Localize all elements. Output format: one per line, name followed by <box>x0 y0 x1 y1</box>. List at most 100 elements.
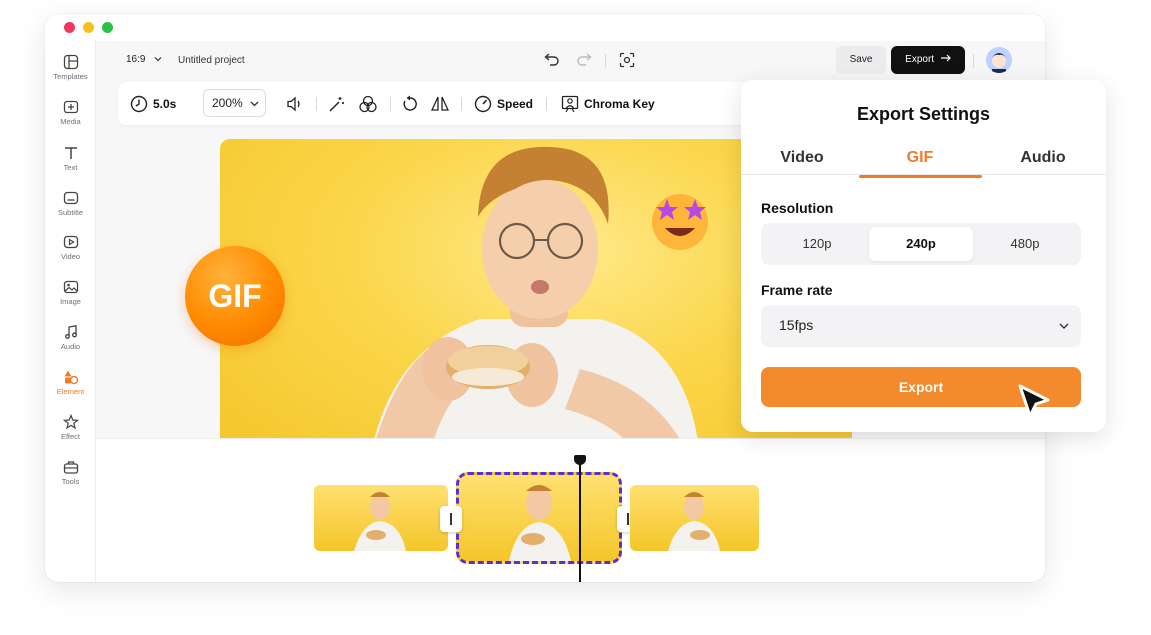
resolution-option-120p[interactable]: 120p <box>765 227 869 261</box>
clip-thumbnail <box>668 492 720 551</box>
arrow-right-icon <box>940 54 951 62</box>
frame-rate-select[interactable]: 15fps <box>761 305 1081 347</box>
zoom-select[interactable]: 200% <box>203 89 266 117</box>
timeline-clip[interactable] <box>630 485 759 551</box>
close-window-dot[interactable] <box>64 22 75 33</box>
magic-wand-icon[interactable] <box>328 95 346 113</box>
zoom-value: 200% <box>212 96 243 110</box>
frame-rate-label: Frame rate <box>761 282 833 298</box>
title-bar <box>45 14 1045 41</box>
sidebar-item-audio[interactable]: Audio <box>45 324 96 366</box>
export-settings-panel: Export Settings Video GIF Audio Resoluti… <box>741 80 1106 432</box>
frame-rate-value: 15fps <box>779 317 814 333</box>
duration-control[interactable]: 5.0s <box>130 94 176 114</box>
sidebar-item-label: Effect <box>60 432 81 441</box>
rotate-icon[interactable] <box>401 95 419 113</box>
redo-icon[interactable] <box>576 52 592 66</box>
sidebar-item-label: Text <box>63 163 78 172</box>
media-icon <box>63 100 78 114</box>
text-icon <box>64 147 77 159</box>
sidebar-item-image[interactable]: Image <box>45 279 96 321</box>
resolution-option-240p[interactable]: 240p <box>869 227 973 261</box>
sidebar-item-media[interactable]: Media <box>45 99 96 141</box>
element-icon <box>64 370 78 385</box>
mouse-cursor-icon <box>1018 384 1050 418</box>
tab-gif[interactable]: GIF <box>859 149 981 167</box>
toolbar-divider <box>973 54 974 68</box>
toolbar-divider <box>461 97 462 111</box>
screen-capture-icon[interactable] <box>619 52 635 68</box>
templates-icon <box>63 54 78 70</box>
playhead[interactable] <box>579 457 581 582</box>
sidebar-item-text[interactable]: Text <box>45 145 96 187</box>
toolbar-divider <box>605 54 606 68</box>
sidebar-item-subtitle[interactable]: Subtitle <box>45 190 96 232</box>
gif-badge: GIF <box>185 246 285 346</box>
duration-value: 5.0s <box>153 97 177 111</box>
minimize-window-dot[interactable] <box>83 22 94 33</box>
video-icon <box>63 235 78 249</box>
flip-icon[interactable] <box>430 95 450 113</box>
tab-video[interactable]: Video <box>741 149 863 167</box>
aspect-ratio-value: 16:9 <box>126 54 146 65</box>
speed-tool[interactable]: Speed <box>474 94 533 114</box>
user-avatar-icon <box>986 47 1012 73</box>
panel-title: Export Settings <box>856 104 990 124</box>
project-name[interactable]: Untitled project <box>178 55 245 66</box>
tab-audio[interactable]: Audio <box>982 149 1104 167</box>
playhead-handle[interactable] <box>574 455 586 465</box>
chroma-key-tool[interactable]: Chroma Key <box>561 94 655 114</box>
resolution-label: Resolution <box>761 200 834 216</box>
toolbar-divider <box>316 97 317 111</box>
timeline[interactable] <box>96 438 1045 582</box>
sidebar-item-video[interactable]: Video <box>45 234 96 276</box>
save-button[interactable]: Save <box>836 46 886 74</box>
sidebar-item-tools[interactable]: Tools <box>45 459 96 501</box>
active-tab-indicator <box>859 175 982 178</box>
chroma-key-label: Chroma Key <box>584 97 655 111</box>
handle-grip <box>627 513 629 525</box>
toolbar-divider <box>546 97 547 111</box>
sidebar-item-element[interactable]: Element <box>45 369 96 411</box>
trim-handle-left[interactable] <box>440 506 462 532</box>
export-button-top[interactable]: Export <box>891 46 965 74</box>
resolution-option-480p[interactable]: 480p <box>973 227 1077 261</box>
top-bar: 16:9 Untitled project Save Export <box>96 41 1045 81</box>
sidebar-item-label: Audio <box>60 342 81 351</box>
sidebar-item-effect[interactable]: Effect <box>45 414 96 456</box>
speed-gauge-icon <box>474 95 492 113</box>
sidebar-item-templates[interactable]: Templates <box>45 54 96 96</box>
toolbar-divider <box>390 97 391 111</box>
clip-thumbnail <box>354 492 406 551</box>
tools-icon <box>63 461 78 474</box>
timeline-clip[interactable] <box>314 485 448 551</box>
chevron-down-icon <box>1059 323 1069 329</box>
stage: Templates Media Text Subtitle Video Imag… <box>0 0 1151 635</box>
handle-grip <box>450 513 452 525</box>
audio-icon <box>64 325 77 339</box>
resolution-selector: 120p 240p 480p <box>761 223 1081 265</box>
undo-icon[interactable] <box>544 52 560 66</box>
avatar[interactable] <box>986 47 1012 73</box>
selected-timeline-clip[interactable] <box>456 472 622 564</box>
chevron-down-icon <box>154 57 162 62</box>
edit-toolbar: 5.0s 200% Speed Chroma Key <box>118 82 838 125</box>
sidebar-item-label: Templates <box>53 72 88 81</box>
speed-label: Speed <box>497 97 534 111</box>
aspect-ratio-select[interactable]: 16:9 <box>126 54 162 65</box>
volume-icon[interactable] <box>286 95 304 113</box>
sidebar: Templates Media Text Subtitle Video Imag… <box>45 41 96 582</box>
effect-icon <box>62 414 79 430</box>
export-top-label: Export <box>905 54 935 65</box>
star-eyes-emoji <box>652 194 708 250</box>
image-icon <box>63 280 78 294</box>
sidebar-item-label: Media <box>60 117 81 126</box>
color-filter-icon[interactable] <box>358 95 378 113</box>
clock-icon <box>130 95 148 113</box>
maximize-window-dot[interactable] <box>102 22 113 33</box>
sidebar-item-label: Video <box>60 252 81 261</box>
chroma-key-icon <box>561 95 579 113</box>
sidebar-item-label: Subtitle <box>57 208 84 217</box>
clip-thumbnail <box>509 485 571 561</box>
sidebar-item-label: Element <box>56 387 85 396</box>
